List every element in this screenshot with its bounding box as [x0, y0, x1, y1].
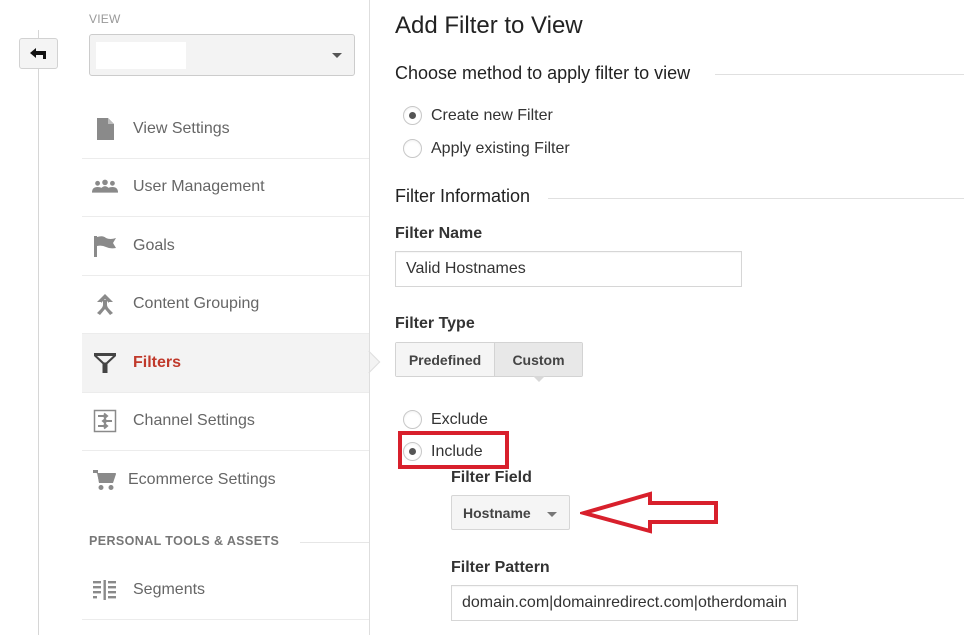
personal-tools-header: PERSONAL TOOLS & ASSETS — [89, 534, 280, 548]
sidebar-item-label: Channel Settings — [133, 412, 255, 430]
radio-button[interactable] — [403, 139, 422, 158]
section-divider — [548, 198, 964, 199]
back-button[interactable] — [19, 38, 58, 69]
segments-icon — [92, 578, 118, 602]
filter-field-dropdown[interactable]: Hostname — [451, 495, 570, 530]
radio-button[interactable] — [403, 442, 422, 461]
sidebar-border — [369, 0, 370, 635]
filter-field-value: Hostname — [463, 504, 531, 521]
radio-button[interactable] — [403, 106, 422, 125]
chevron-down-icon — [547, 512, 557, 517]
radio-exclude[interactable]: Exclude — [403, 410, 488, 429]
filter-pattern-label: Filter Pattern — [451, 559, 550, 576]
cart-icon — [92, 468, 118, 492]
sidebar-item-label: View Settings — [133, 119, 230, 137]
radio-create-new-filter[interactable]: Create new Filter — [403, 106, 553, 125]
radio-include[interactable]: Include — [403, 442, 483, 461]
radio-label: Create new Filter — [431, 106, 553, 124]
radio-label: Exclude — [431, 410, 488, 428]
sidebar-item-filters[interactable]: Filters — [82, 334, 381, 393]
section-divider — [300, 542, 369, 543]
filter-icon — [92, 351, 118, 375]
sidebar-item-channel-settings[interactable]: Channel Settings — [82, 393, 369, 451]
filter-pattern-input[interactable] — [451, 585, 798, 621]
sidebar-item-segments[interactable]: Segments — [82, 561, 369, 620]
radio-label: Include — [431, 442, 483, 460]
sidebar-item-content-grouping[interactable]: Content Grouping — [82, 276, 369, 334]
filter-field-label: Filter Field — [451, 469, 532, 486]
sidebar-item-label: Ecommerce Settings — [128, 471, 276, 489]
channel-settings-icon — [92, 409, 118, 433]
sidebar-item-ecommerce-settings[interactable]: Ecommerce Settings — [82, 451, 369, 510]
sidebar-item-user-management[interactable]: User Management — [82, 159, 369, 217]
filter-name-label: Filter Name — [395, 225, 483, 242]
view-select[interactable] — [89, 34, 355, 76]
tab-custom[interactable]: Custom — [494, 343, 582, 382]
tab-predefined[interactable]: Predefined — [396, 343, 494, 376]
sidebar-item-label: Filters — [133, 353, 182, 371]
sidebar-item-goals[interactable]: Goals — [82, 217, 369, 276]
view-select-value — [96, 42, 186, 69]
radio-button[interactable] — [403, 410, 422, 429]
back-arrow-icon — [29, 47, 46, 59]
radio-apply-existing-filter[interactable]: Apply existing Filter — [403, 139, 570, 158]
view-label: VIEW — [89, 12, 121, 26]
users-icon — [92, 175, 118, 199]
content-grouping-icon — [92, 292, 118, 316]
nav-rail-line — [38, 30, 39, 635]
section-divider — [715, 74, 964, 75]
chevron-down-icon — [332, 53, 342, 58]
filter-name-input[interactable] — [395, 251, 742, 287]
filter-type-label: Filter Type — [395, 315, 475, 332]
method-section-title: Choose method to apply filter to view — [395, 63, 691, 83]
add-filter-panel: Add Filter to View Choose method to appl… — [395, 0, 964, 635]
filter-info-section-title: Filter Information — [395, 186, 531, 206]
sidebar-item-label: Segments — [133, 580, 206, 598]
radio-label: Apply existing Filter — [431, 139, 570, 157]
admin-sidebar: VIEW View Settings User Management Goals — [82, 0, 381, 635]
filter-type-toggle: Predefined Custom — [395, 342, 583, 382]
view-nav: View Settings User Management Goals Cont… — [82, 100, 381, 510]
sidebar-item-label: Goals — [133, 236, 175, 254]
document-icon — [92, 117, 118, 141]
sidebar-item-label: Content Grouping — [133, 295, 260, 313]
personal-tools-nav: Segments — [82, 561, 369, 620]
sidebar-item-label: User Management — [133, 178, 265, 196]
sidebar-item-view-settings[interactable]: View Settings — [82, 100, 369, 159]
page-title: Add Filter to View — [395, 12, 583, 39]
flag-icon — [92, 234, 118, 258]
